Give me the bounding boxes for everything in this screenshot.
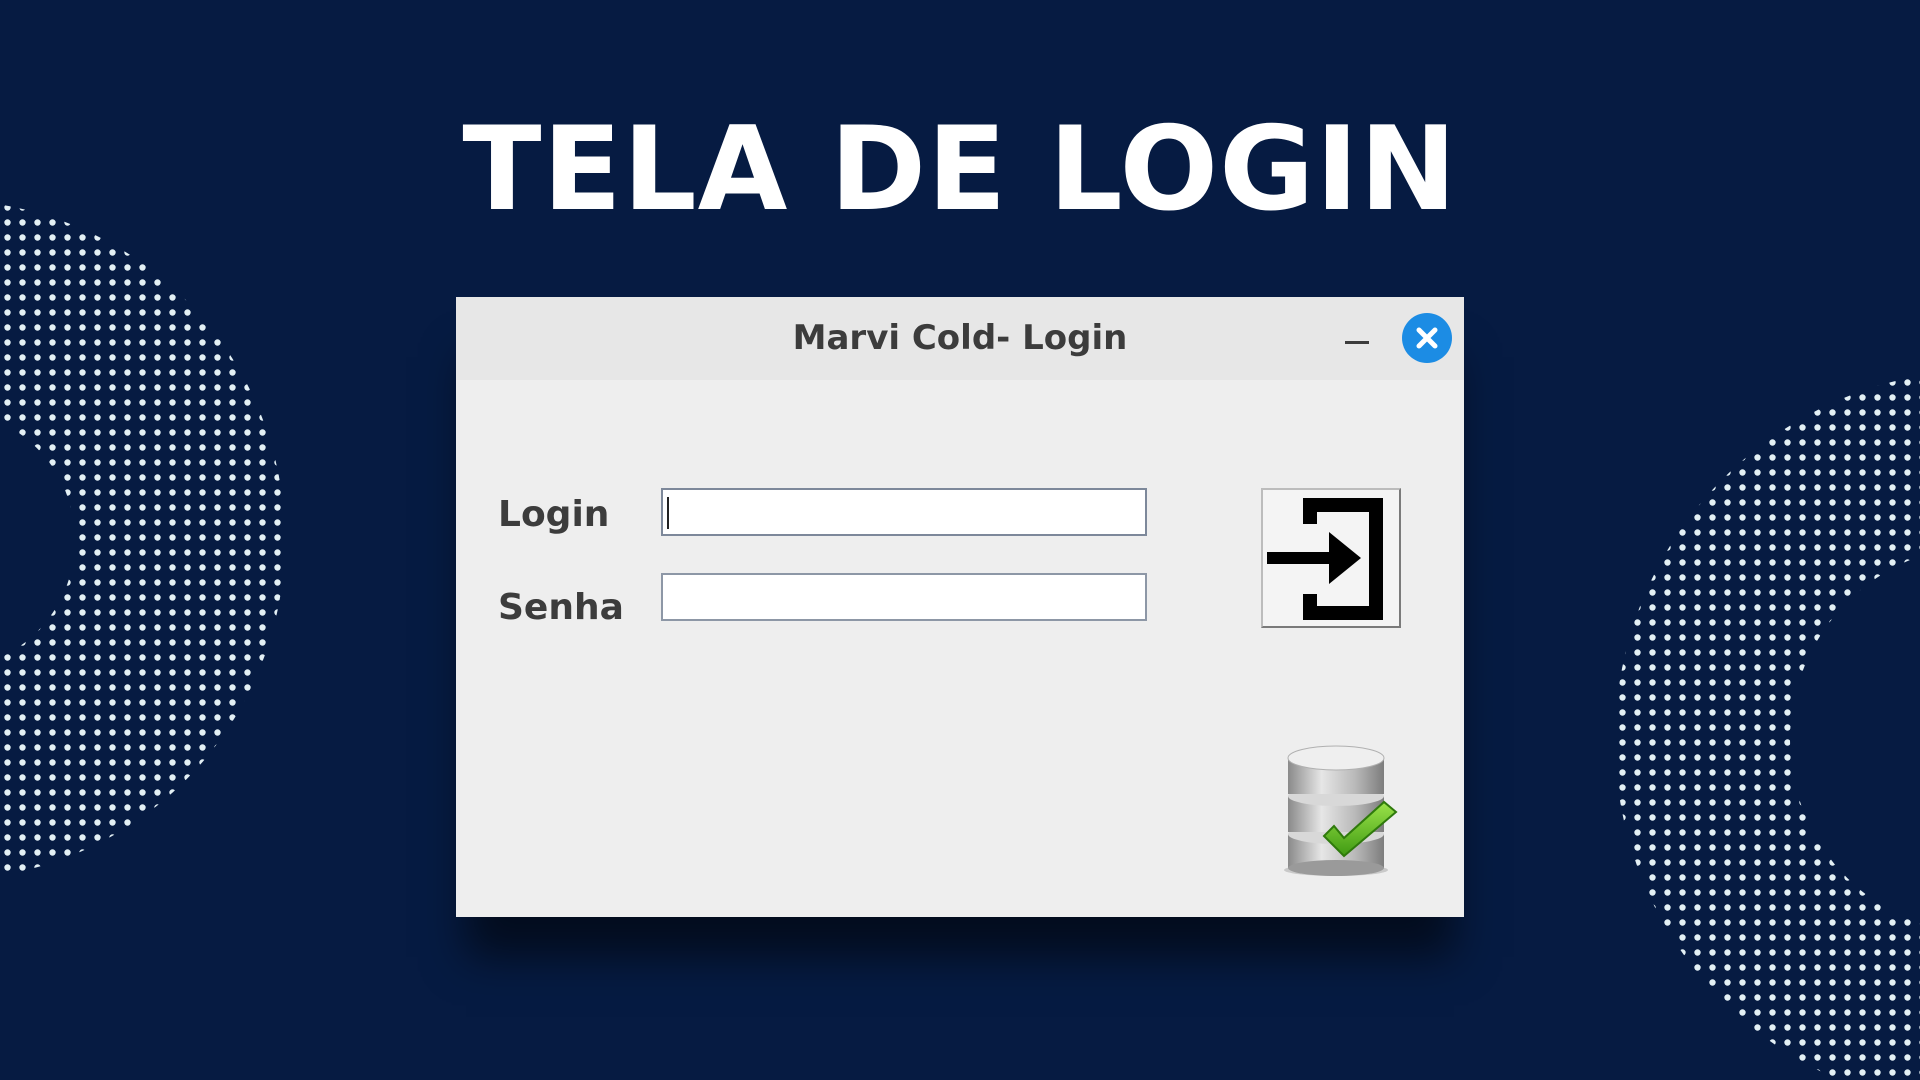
login-input[interactable] bbox=[661, 488, 1147, 536]
minimize-button[interactable] bbox=[1336, 317, 1378, 359]
close-button[interactable] bbox=[1402, 313, 1452, 363]
database-check-icon bbox=[1284, 745, 1398, 876]
login-window: Marvi Cold- Login Login Senha bbox=[456, 297, 1464, 917]
login-label: Login bbox=[498, 494, 610, 535]
decorative-dot-ring-right bbox=[1600, 360, 1920, 1080]
enter-button[interactable] bbox=[1261, 488, 1401, 628]
senha-input[interactable] bbox=[661, 573, 1147, 621]
close-icon bbox=[1416, 327, 1438, 349]
window-title: Marvi Cold- Login bbox=[792, 318, 1128, 358]
login-enter-icon bbox=[1267, 498, 1383, 620]
window-titlebar[interactable]: Marvi Cold- Login bbox=[456, 297, 1464, 380]
senha-label: Senha bbox=[498, 587, 624, 628]
decorative-dot-ring-left bbox=[0, 200, 300, 890]
minimize-icon bbox=[1345, 341, 1369, 344]
text-caret bbox=[667, 497, 669, 529]
